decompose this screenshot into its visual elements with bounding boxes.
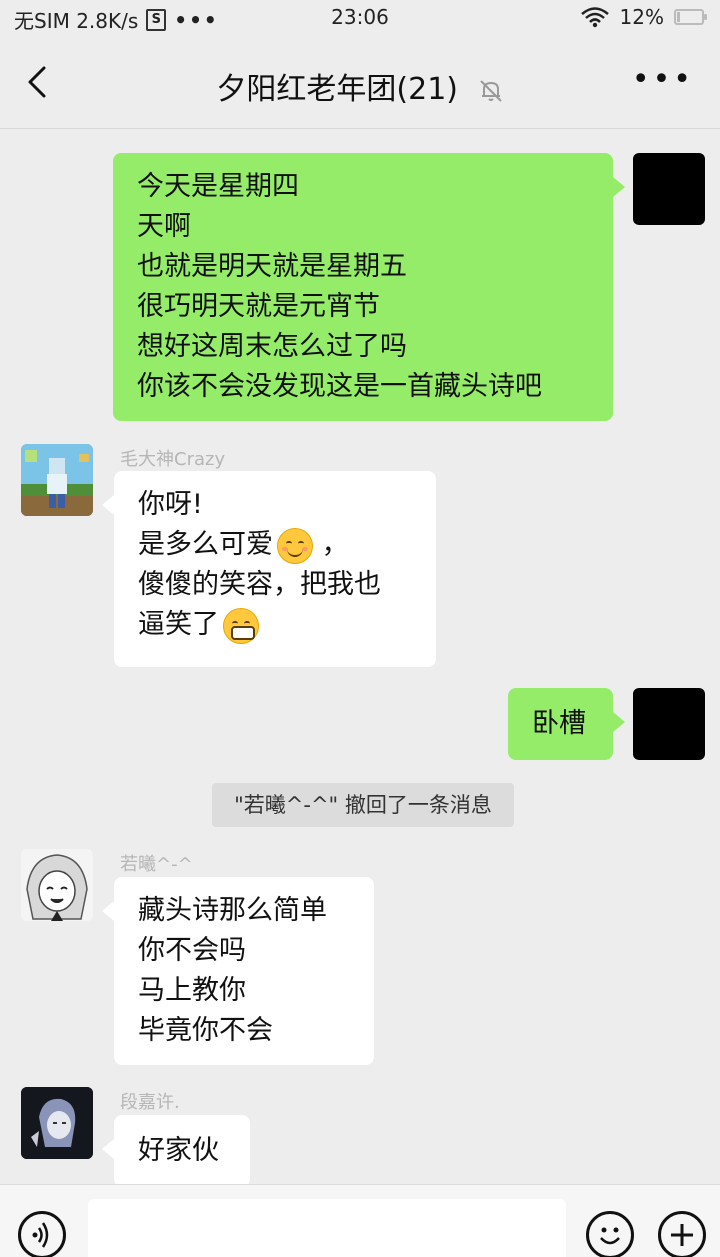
title-bar: 夕阳红老年团(21) ••• — [0, 36, 720, 129]
message-line: 卧槽 — [532, 708, 586, 739]
message-line: 马上教你 — [138, 975, 246, 1006]
voice-input-button[interactable] — [18, 1211, 66, 1257]
message-bubble-self[interactable]: 今天是星期四 天啊 也就是明天就是星期五 很巧明天就是元宵节 想好这周末怎么过了… — [113, 153, 625, 421]
emoji-trailing-text: ， — [313, 529, 349, 560]
anime-avatar-image — [21, 849, 93, 921]
chat-title-wrap: 夕阳红老年团(21) — [0, 64, 720, 108]
self-avatar[interactable] — [633, 153, 705, 225]
message-bubble-other[interactable]: 好家伙 — [102, 1115, 250, 1184]
wifi-icon — [580, 7, 609, 28]
battery-fill — [677, 12, 680, 22]
dark-anime-avatar-image — [21, 1087, 93, 1159]
message-line-text: 是多么可爱 — [138, 529, 273, 560]
message-line: 你呀! — [138, 489, 203, 520]
avatar-duan-jiaxu[interactable] — [21, 1087, 93, 1159]
message-line: 想好这周末怎么过了吗 — [137, 331, 407, 362]
recall-notice: "若曦^-^" 撤回了一条消息 — [212, 783, 514, 827]
message-line: 很巧明天就是元宵节 — [137, 291, 380, 322]
message-list[interactable]: 今天是星期四 天啊 也就是明天就是星期五 很巧明天就是元宵节 想好这周末怎么过了… — [0, 129, 720, 1184]
message-line: 你不会吗 — [138, 935, 246, 966]
message-line-text: 逼笑了 — [138, 609, 219, 640]
message-line: 逼笑了 — [138, 605, 412, 645]
voice-icon — [32, 1222, 49, 1248]
message-line: 今天是星期四 — [137, 171, 299, 202]
smiling-face-emoji-icon — [277, 527, 313, 564]
message-bubble-other[interactable]: 你呀! 是多么可爱 ， 傻傻的笑容，把我也 逼笑了 — [102, 471, 436, 667]
message-line: 你该不会没发现这是一首藏头诗吧 — [137, 371, 542, 402]
smiley-face-icon — [600, 1227, 620, 1245]
status-bar: 无SIM 2.8K/s S ••• 23:06 12% — [0, 0, 720, 36]
more-options-button[interactable]: ••• — [632, 65, 694, 95]
emoji-button[interactable] — [586, 1211, 634, 1257]
game-avatar-image — [21, 444, 93, 516]
sender-name: 若曦^-^ — [120, 854, 193, 875]
sender-name: 毛大神Crazy — [120, 449, 226, 470]
message-bubble-self[interactable]: 卧槽 — [508, 688, 625, 760]
plus-icon — [671, 1224, 693, 1246]
sender-name: 段嘉许. — [120, 1092, 180, 1113]
message-line: 好家伙 — [138, 1135, 219, 1166]
message-line: 天啊 — [137, 211, 191, 242]
message-input[interactable] — [88, 1199, 566, 1257]
message-line: 毕竟你不会 — [138, 1015, 273, 1046]
self-avatar[interactable] — [633, 688, 705, 760]
battery-percent: 12% — [619, 5, 664, 29]
message-line: 是多么可爱 ， — [138, 525, 412, 565]
avatar-ruoxi[interactable] — [21, 849, 93, 921]
mute-bell-icon — [479, 79, 502, 102]
chat-screen: 无SIM 2.8K/s S ••• 23:06 12% 夕阳红老年团(21) •… — [0, 0, 720, 1257]
input-bar — [0, 1184, 720, 1257]
avatar-mao-dashen[interactable] — [21, 444, 93, 516]
status-right: 12% — [580, 5, 707, 29]
message-line: 也就是明天就是星期五 — [137, 251, 407, 282]
grinning-face-emoji-icon — [223, 607, 259, 644]
more-functions-button[interactable] — [658, 1211, 706, 1257]
message-bubble-other[interactable]: 藏头诗那么简单 你不会吗 马上教你 毕竟你不会 — [102, 877, 374, 1065]
chat-title: 夕阳红老年团(21) — [216, 72, 459, 107]
message-line: 藏头诗那么简单 — [138, 895, 327, 926]
message-line: 傻傻的笑容，把我也 — [138, 569, 381, 600]
battery-icon — [674, 9, 707, 25]
